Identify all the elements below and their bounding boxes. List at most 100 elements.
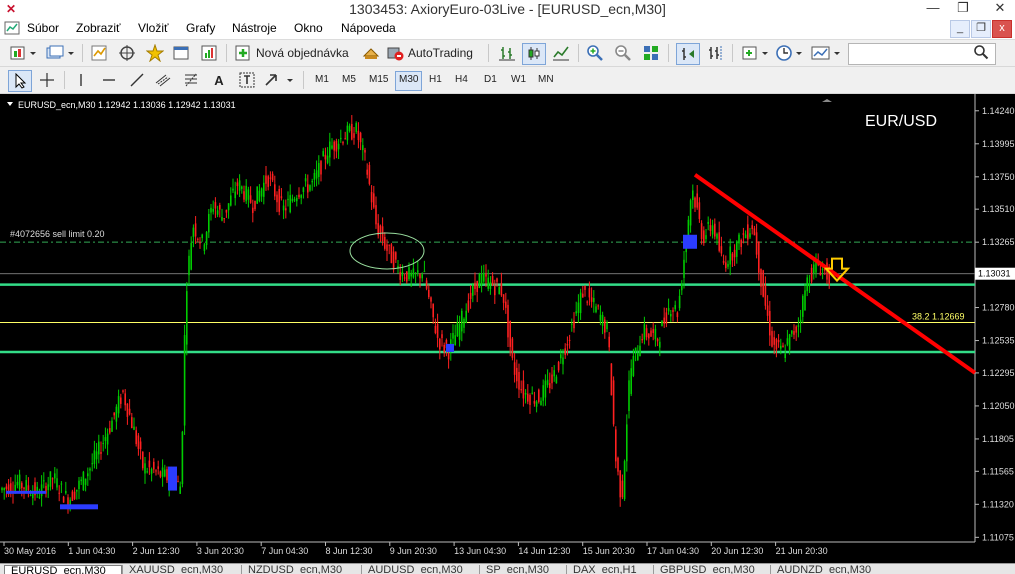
timeframe-m1[interactable]: M1: [312, 71, 332, 89]
cursor-button[interactable]: [8, 70, 32, 92]
candle-body: [810, 267, 813, 282]
crosshair-button[interactable]: [36, 70, 58, 90]
text-button[interactable]: A: [208, 70, 230, 90]
templates-button[interactable]: [810, 43, 842, 63]
candle-body: [458, 324, 461, 340]
zoom-in-button[interactable]: [584, 43, 606, 63]
line-chart-button[interactable]: [550, 43, 572, 63]
candle-body: [744, 234, 747, 239]
text-label-button[interactable]: [236, 70, 258, 90]
indicators-button[interactable]: [740, 43, 770, 63]
timeframe-h1[interactable]: H1: [426, 71, 445, 89]
candle-body: [362, 145, 364, 151]
data-window-button[interactable]: [116, 43, 138, 63]
candle-body: [617, 457, 619, 472]
candle-body: [161, 467, 164, 477]
timeframe-m5[interactable]: M5: [339, 71, 359, 89]
candle-body: [23, 487, 25, 489]
timeframe-mn[interactable]: MN: [535, 71, 557, 89]
price-chart[interactable]: 1.14240 1.13995 1.13750 1.13510 1.13265 1.127…: [0, 94, 1015, 565]
strategy-tester-button[interactable]: [198, 43, 220, 63]
chart-close-button[interactable]: x: [992, 20, 1012, 38]
y-tick-label: 1.12780: [982, 303, 1015, 313]
candle-body: [670, 314, 672, 317]
candle-body: [177, 480, 179, 482]
candlestick-chart-button[interactable]: [522, 43, 546, 65]
chart-minimize-button[interactable]: _: [950, 20, 970, 38]
window-title: 1303453: AxioryEuro-03Live - [EURUSD_ecn…: [349, 1, 666, 17]
chart-restore-button[interactable]: ❐: [971, 20, 991, 38]
menu-window[interactable]: Okno: [294, 21, 323, 35]
menu-charts[interactable]: Grafy: [186, 21, 215, 35]
menu-insert[interactable]: Vložiť: [138, 21, 169, 35]
trendline-button[interactable]: [126, 70, 148, 90]
new-order-button[interactable]: Nová objednávka: [234, 43, 354, 63]
candle-body: [667, 308, 670, 312]
candle-body: [689, 200, 692, 226]
x-tick-label: 15 Jun 20:30: [583, 546, 635, 556]
candle-body: [315, 170, 318, 179]
timeframe-w1[interactable]: W1: [508, 71, 529, 89]
navigator-button[interactable]: [144, 43, 166, 63]
chart-shift-button[interactable]: [704, 43, 726, 63]
candle-body: [733, 249, 736, 258]
menu-tools[interactable]: Nástroje: [232, 21, 277, 35]
candle-body: [758, 241, 760, 273]
candle-body: [93, 450, 96, 464]
timeframe-m30[interactable]: M30: [395, 71, 423, 91]
fibonacci-button[interactable]: [180, 70, 202, 90]
y-tick-label: 1.13995: [982, 139, 1015, 149]
chart-window-icon[interactable]: [4, 20, 20, 36]
navigator-star-icon: [146, 44, 164, 62]
tile-windows-button[interactable]: [640, 43, 662, 63]
equidistant-channel-button[interactable]: [152, 70, 174, 90]
arrows-button[interactable]: [262, 70, 296, 90]
timeframe-m15[interactable]: M15: [366, 71, 391, 89]
market-watch-button[interactable]: [88, 43, 110, 63]
timeframe-h4[interactable]: H4: [452, 71, 471, 89]
candle-body: [18, 474, 21, 490]
x-tick-label: 2 Jun 12:30: [133, 546, 180, 556]
zoom-in-icon: [587, 45, 603, 61]
candle-body: [311, 180, 313, 183]
close-button[interactable]: ✕: [985, 0, 1015, 18]
periods-button[interactable]: [774, 43, 804, 63]
candle-body: [601, 315, 604, 326]
candle-body: [542, 385, 544, 401]
bar-chart-button[interactable]: [496, 43, 518, 63]
chart-window[interactable]: 1.14240 1.13995 1.13750 1.13510 1.13265 1.127…: [0, 94, 1015, 565]
candle-body: [531, 392, 533, 394]
line-chart-icon: [553, 46, 569, 61]
candle-body: [469, 292, 472, 299]
expert-advisors-button[interactable]: [360, 43, 382, 63]
candle-body: [551, 374, 553, 384]
candle-body: [731, 253, 734, 261]
candle-body: [718, 232, 720, 251]
candle-body: [395, 252, 397, 260]
auto-scroll-button[interactable]: [676, 43, 700, 65]
autotrading-button[interactable]: AutoTrading: [386, 43, 480, 63]
candle-body: [705, 235, 707, 240]
candle-body: [58, 492, 60, 494]
menu-file[interactable]: Súbor: [27, 21, 59, 35]
candle-body: [747, 224, 749, 240]
zoom-out-button[interactable]: [612, 43, 634, 63]
terminal-button[interactable]: [170, 43, 192, 63]
profiles-button[interactable]: [44, 43, 76, 63]
horizontal-line-button[interactable]: [98, 70, 120, 90]
candle-body: [568, 339, 571, 341]
minimize-button[interactable]: —: [918, 0, 948, 18]
maximize-button[interactable]: ❐: [948, 0, 978, 18]
y-tick-label: 1.12535: [982, 336, 1015, 346]
candle-body: [353, 133, 355, 138]
candle-body: [291, 198, 294, 202]
new-chart-button[interactable]: [8, 43, 38, 63]
vertical-line-button[interactable]: [70, 70, 92, 90]
menu-help[interactable]: Nápoveda: [341, 21, 396, 35]
timeframe-d1[interactable]: D1: [481, 71, 500, 89]
menu-view[interactable]: Zobraziť: [76, 21, 121, 35]
candle-body: [357, 130, 360, 141]
candle-body: [760, 269, 762, 287]
search-icon[interactable]: [973, 44, 989, 60]
candle-body: [610, 363, 613, 396]
